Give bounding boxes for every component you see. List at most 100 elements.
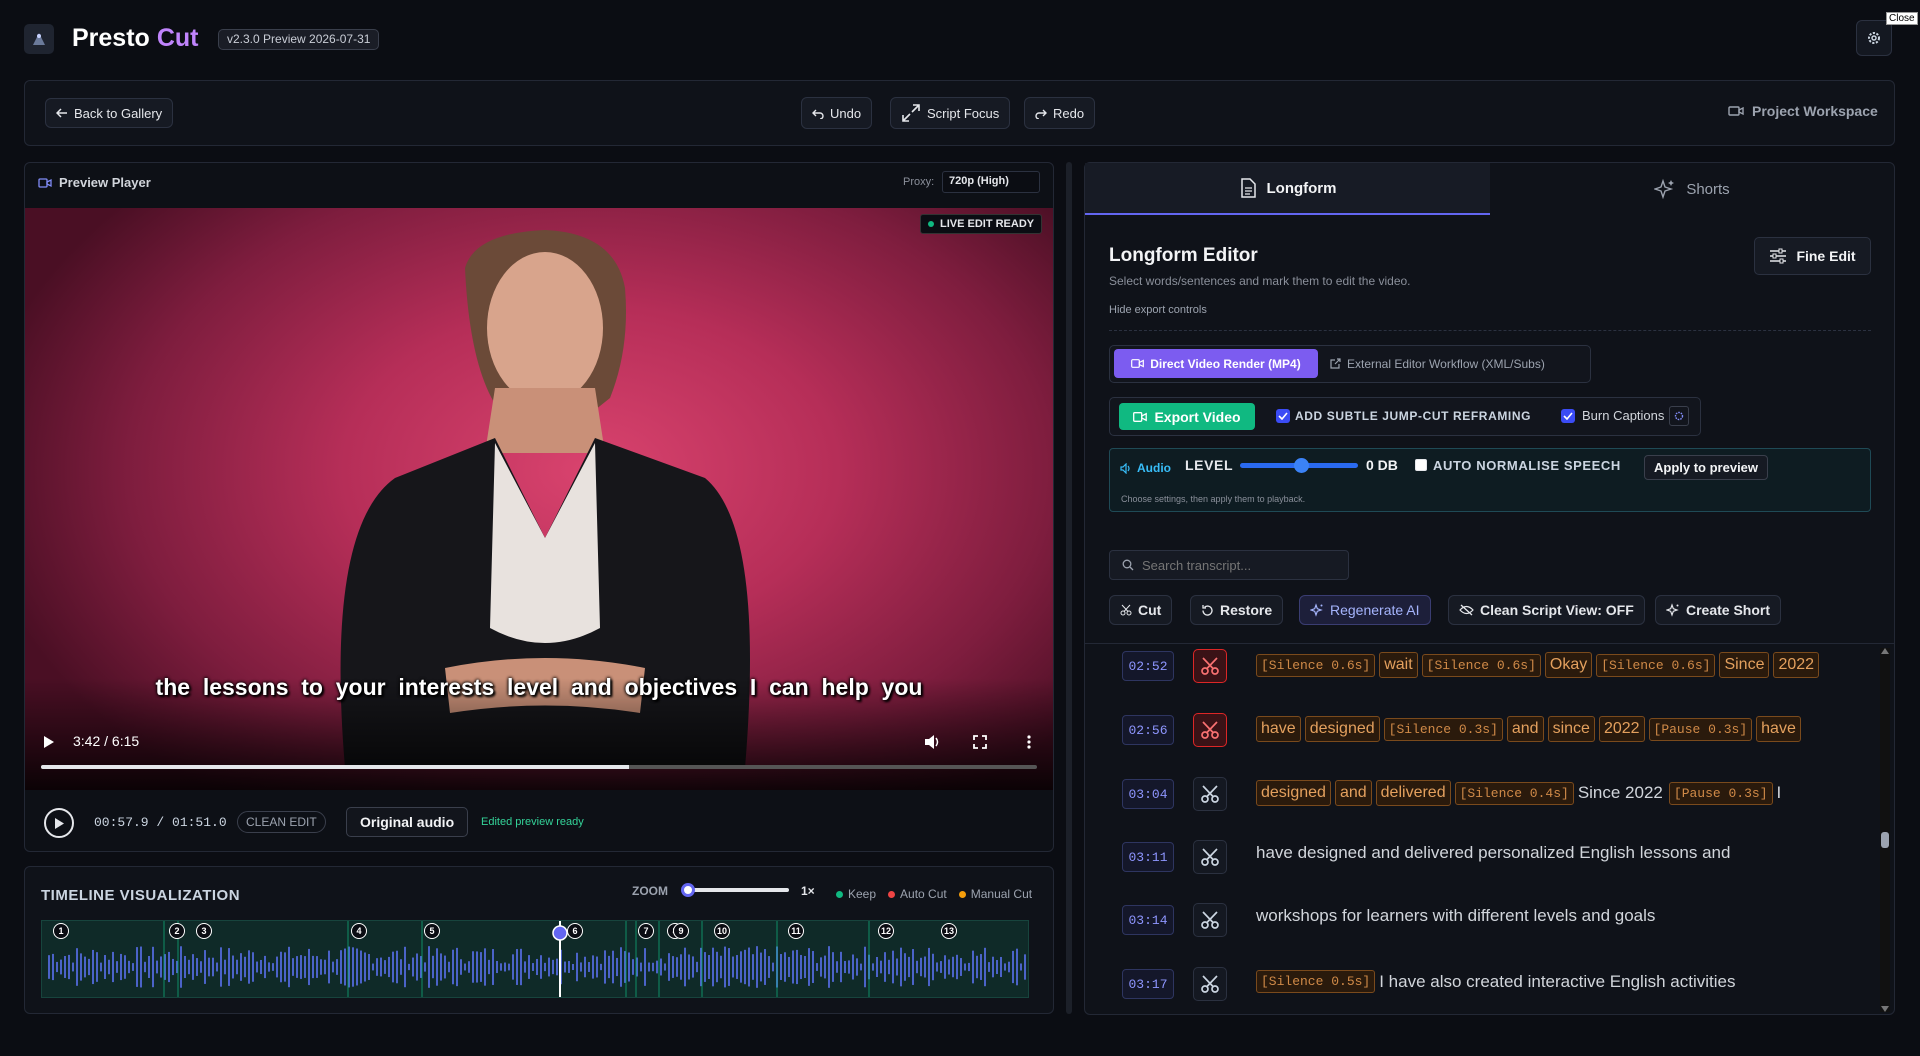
zoom-slider-thumb[interactable]: [681, 883, 695, 897]
transcript-line[interactable]: have designed [Silence 0.3s] and since 2022 [P…: [1256, 716, 1805, 742]
silence-chip[interactable]: [Silence 0.6s]: [1596, 653, 1716, 677]
tab-shorts[interactable]: Shorts: [1490, 163, 1894, 215]
proxy-select[interactable]: 720p (High): [942, 171, 1040, 193]
silence-chip[interactable]: [Silence 0.5s]: [1256, 970, 1376, 993]
tab-longform[interactable]: Longform: [1085, 163, 1490, 215]
timeline-marker[interactable]: 5: [424, 923, 440, 939]
timeline-marker[interactable]: 7: [638, 923, 654, 939]
scroll-down-arrow[interactable]: [1881, 1006, 1889, 1012]
timeline-marker[interactable]: 12: [878, 923, 894, 939]
undo-button[interactable]: Undo: [801, 97, 873, 129]
timestamp-badge[interactable]: 03:17: [1122, 969, 1174, 999]
cut-word[interactable]: designed: [1256, 780, 1331, 806]
direct-render-tab[interactable]: Direct Video Render (MP4): [1114, 349, 1318, 378]
project-workspace-link[interactable]: Project Workspace: [1728, 103, 1878, 119]
cut-word[interactable]: designed: [1304, 716, 1380, 742]
silence-chip[interactable]: [Silence 0.4s]: [1454, 781, 1574, 805]
search-field[interactable]: [1109, 550, 1349, 580]
timestamp-badge[interactable]: 03:04: [1122, 779, 1174, 809]
video-progress-track[interactable]: [41, 765, 1037, 769]
jumpcut-checkbox[interactable]: [1276, 409, 1290, 423]
regenerate-ai-button[interactable]: Regenerate AI: [1299, 595, 1431, 625]
row-cut-button[interactable]: [1193, 903, 1227, 937]
level-slider[interactable]: [1240, 458, 1358, 473]
zoom-slider[interactable]: [681, 883, 789, 897]
transcript-line[interactable]: designed and delivered [Silence 0.4s] Since …: [1256, 780, 1787, 806]
original-audio-button[interactable]: Original audio: [346, 807, 469, 837]
transcript-line[interactable]: workshops for learners with different le…: [1256, 906, 1661, 926]
cut-word[interactable]: and: [1506, 716, 1544, 742]
clean-script-view-button[interactable]: Clean Script View: OFF: [1448, 595, 1645, 625]
scroll-up-arrow[interactable]: [1881, 648, 1889, 654]
cut-word[interactable]: Since: [1719, 652, 1770, 678]
cut-word[interactable]: and: [1334, 780, 1372, 806]
hide-export-link[interactable]: Hide export controls: [1109, 304, 1207, 316]
transcript-text[interactable]: I: [1777, 783, 1782, 803]
apply-to-preview-button[interactable]: Apply to preview: [1644, 455, 1769, 480]
transcript-text[interactable]: Since 2022: [1578, 783, 1663, 803]
transcript-text[interactable]: I have also created interactive English …: [1379, 972, 1735, 992]
cut-word[interactable]: 2022: [1598, 716, 1645, 742]
transcript-text[interactable]: workshops for learners with different le…: [1256, 906, 1655, 926]
timestamp-badge[interactable]: 02:52: [1122, 651, 1174, 681]
level-slider-thumb[interactable]: [1294, 458, 1309, 473]
silence-chip[interactable]: [Silence 0.6s]: [1421, 653, 1541, 677]
silence-chip[interactable]: [Pause 0.3s]: [1648, 717, 1753, 741]
timestamp-badge[interactable]: 02:56: [1122, 715, 1174, 745]
row-cut-button[interactable]: [1193, 967, 1227, 1001]
timestamp-badge[interactable]: 03:11: [1122, 842, 1174, 872]
play-small-button[interactable]: [43, 735, 55, 749]
cut-word[interactable]: Okay: [1544, 652, 1593, 678]
restore-button[interactable]: Restore: [1190, 595, 1284, 625]
cut-word[interactable]: since: [1547, 716, 1595, 742]
timeline-marker[interactable]: 4: [351, 923, 367, 939]
fine-edit-button[interactable]: Fine Edit: [1754, 237, 1871, 275]
scrollbar-thumb[interactable]: [1881, 832, 1889, 848]
timeline-marker[interactable]: 1: [53, 923, 69, 939]
row-cut-button[interactable]: [1193, 840, 1227, 874]
fullscreen-icon[interactable]: [973, 735, 987, 749]
settings-button[interactable]: [1856, 20, 1892, 56]
timeline-marker[interactable]: 10: [714, 923, 730, 939]
external-editor-tab[interactable]: External Editor Workflow (XML/Subs): [1330, 349, 1545, 378]
redo-button[interactable]: Redo: [1024, 97, 1096, 129]
row-cut-button[interactable]: [1193, 777, 1227, 811]
search-input[interactable]: [1142, 557, 1332, 573]
cut-word[interactable]: have: [1256, 716, 1301, 742]
transcript-line[interactable]: [Silence 0.6s] wait [Silence 0.6s] Okay [Sil…: [1256, 652, 1823, 678]
silence-chip[interactable]: [Silence 0.3s]: [1383, 717, 1503, 741]
row-cut-button[interactable]: [1193, 713, 1227, 747]
cut-button[interactable]: Cut: [1109, 595, 1173, 625]
script-focus-button[interactable]: Script Focus: [890, 97, 1011, 129]
volume-icon[interactable]: [923, 734, 941, 750]
back-to-gallery-button[interactable]: Back to Gallery: [45, 98, 174, 128]
panel-resizer[interactable]: [1066, 162, 1072, 1014]
caption-settings-button[interactable]: [1669, 406, 1689, 426]
create-short-button[interactable]: Create Short: [1655, 595, 1782, 625]
timeline-marker[interactable]: 3: [196, 923, 212, 939]
timeline-marker[interactable]: 13: [941, 923, 957, 939]
cut-word[interactable]: delivered: [1375, 780, 1451, 806]
transcript-line[interactable]: have designed and delivered personalized…: [1256, 843, 1736, 863]
more-options-icon[interactable]: [1027, 735, 1031, 749]
play-button[interactable]: [44, 808, 74, 838]
timestamp-badge[interactable]: 03:14: [1122, 905, 1174, 935]
row-cut-button[interactable]: [1193, 649, 1227, 683]
transcript-text[interactable]: have designed and delivered personalized…: [1256, 843, 1730, 863]
cut-word[interactable]: have: [1756, 716, 1801, 742]
transcript-line[interactable]: [Silence 0.5s] I have also created intera…: [1256, 970, 1741, 993]
timeline-marker[interactable]: 6: [567, 923, 583, 939]
silence-chip[interactable]: [Pause 0.3s]: [1668, 781, 1773, 805]
timeline-marker[interactable]: 9: [673, 923, 689, 939]
video-frame[interactable]: LIVE EDIT READY the lessons to your inte…: [25, 208, 1053, 790]
burn-captions-checkbox[interactable]: [1561, 409, 1575, 423]
timeline-track[interactable]: 12345678910111213: [41, 920, 1029, 998]
timeline-marker[interactable]: 11: [788, 923, 804, 939]
cut-word[interactable]: wait: [1379, 652, 1418, 678]
silence-chip[interactable]: [Silence 0.6s]: [1256, 653, 1376, 677]
export-video-button[interactable]: Export Video: [1119, 403, 1255, 430]
transcript-scrollbar[interactable]: [1880, 648, 1890, 1012]
normalise-checkbox[interactable]: [1415, 459, 1427, 471]
timeline-marker[interactable]: 2: [169, 923, 185, 939]
cut-word[interactable]: 2022: [1773, 652, 1820, 678]
